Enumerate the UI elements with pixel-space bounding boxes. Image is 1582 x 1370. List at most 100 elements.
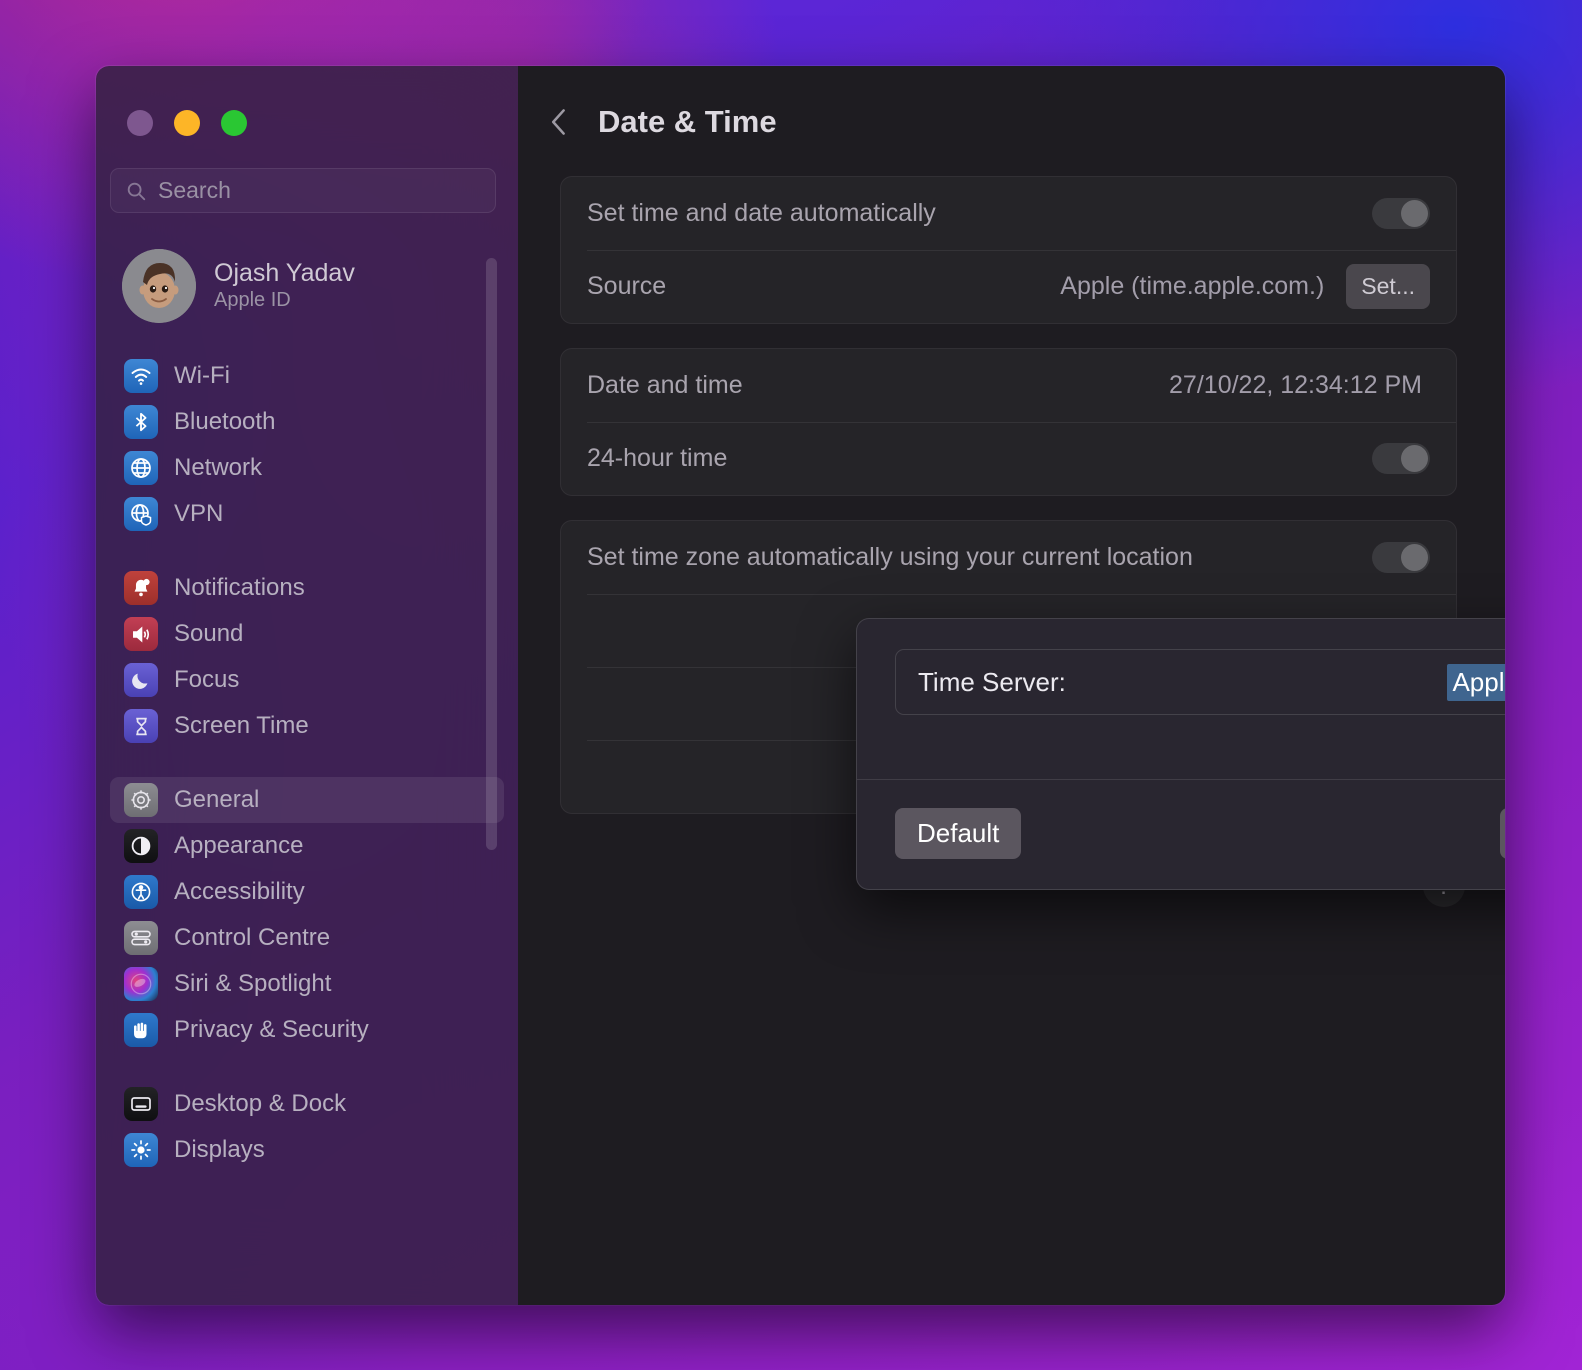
sidebar-item-label: General — [174, 786, 260, 813]
time-server-field[interactable]: Time Server: Apple (time.apple.com.) — [895, 649, 1505, 715]
sidebar-item-appearance[interactable]: Appearance — [110, 823, 504, 869]
sidebar-divider — [96, 749, 518, 777]
time-server-dialog: Time Server: Apple (time.apple.com.) Def… — [856, 618, 1505, 890]
settings-card-datetime: Date and time 27/10/22, 12:34:12 PM 24-h… — [560, 348, 1457, 496]
sidebar-divider — [96, 537, 518, 565]
row-timezone-automatic[interactable]: Set time zone automatically using your c… — [561, 521, 1456, 594]
row-label: Source — [587, 272, 667, 300]
set-button[interactable]: Set... — [1346, 264, 1430, 309]
gear-icon — [124, 783, 158, 817]
sidebar-item-label: Desktop & Dock — [174, 1090, 347, 1117]
dialog-body: Time Server: Apple (time.apple.com.) — [857, 619, 1505, 715]
sidebar-item-vpn[interactable]: VPN — [110, 491, 504, 537]
siri-icon — [124, 967, 158, 1001]
sidebar-item-label: Siri & Spotlight — [174, 970, 332, 997]
time-server-label: Time Server: — [918, 666, 1066, 697]
sidebar-item-notifications[interactable]: Notifications — [110, 565, 504, 611]
sidebar-item-label: Privacy & Security — [174, 1016, 369, 1043]
search-icon — [127, 182, 146, 200]
row-label: Date and time — [587, 371, 743, 399]
row-set-time-automatically[interactable]: Set time and date automatically — [561, 177, 1456, 250]
accessibility-icon — [124, 875, 158, 909]
profile-subtitle: Apple ID — [214, 289, 291, 312]
sidebar-item-label: Displays — [174, 1136, 265, 1163]
sidebar-item-network[interactable]: Network — [110, 445, 504, 491]
sidebar-item-displays[interactable]: Displays — [110, 1127, 504, 1173]
desktop-wallpaper: Search Ojash Yadav Apple ID Wi-Fi Blueto… — [0, 0, 1582, 1370]
chevron-left-icon[interactable] — [546, 107, 572, 137]
bell-icon — [124, 571, 158, 605]
sidebar-item-label: Focus — [174, 666, 240, 693]
control-centre-icon — [124, 921, 158, 955]
avatar — [122, 249, 196, 323]
sidebar-item-label: Screen Time — [174, 712, 309, 739]
sidebar-scrollbar[interactable] — [486, 258, 497, 850]
sidebar-item-siri-spotlight[interactable]: Siri & Spotlight — [110, 961, 504, 1007]
sidebar-item-label: Appearance — [174, 832, 304, 859]
sidebar-item-control-centre[interactable]: Control Centre — [110, 915, 504, 961]
moon-icon — [124, 663, 158, 697]
displays-icon — [124, 1133, 158, 1167]
sidebar-item-label: VPN — [174, 500, 224, 527]
sidebar-item-sound[interactable]: Sound — [110, 611, 504, 657]
row-value: Apple (time.apple.com.) — [1060, 272, 1325, 300]
sidebar-item-label: Bluetooth — [174, 408, 276, 435]
sidebar-item-label: Wi-Fi — [174, 362, 230, 389]
cancel-button[interactable]: Cancel — [1499, 808, 1505, 859]
search-placeholder: Search — [158, 177, 231, 203]
sidebar-item-label: Notifications — [174, 574, 305, 601]
row-source[interactable]: Source Apple (time.apple.com.) Set... — [561, 250, 1456, 323]
sidebar-item-label: Network — [174, 454, 263, 481]
wifi-icon — [124, 359, 158, 393]
sidebar-item-label: Control Centre — [174, 924, 331, 951]
globe-icon — [124, 451, 158, 485]
vpn-shield-icon — [124, 497, 158, 531]
toggle-24-hour-time[interactable] — [1372, 443, 1430, 474]
sidebar-item-label: Sound — [174, 620, 244, 647]
main-content: Date & Time Set time and date automatica… — [518, 66, 1505, 1305]
default-button[interactable]: Default — [895, 808, 1022, 859]
main-header: Date & Time — [518, 66, 1505, 140]
sidebar-nav: Wi-Fi Bluetooth Network VPN Notification… — [96, 353, 518, 1173]
search-field[interactable]: Search — [110, 168, 496, 213]
sidebar-group-general: General Appearance Accessibility Control… — [96, 777, 518, 1053]
minimize-button[interactable] — [174, 110, 200, 136]
sidebar-item-privacy-security[interactable]: Privacy & Security — [110, 1007, 504, 1053]
row-label: 24-hour time — [587, 444, 728, 472]
profile-name: Ojash Yadav — [214, 258, 355, 287]
zoom-button[interactable] — [221, 110, 247, 136]
row-label: Set time zone automatically using your c… — [587, 543, 1193, 571]
sidebar: Search Ojash Yadav Apple ID Wi-Fi Blueto… — [96, 66, 518, 1305]
speaker-icon — [124, 617, 158, 651]
row-date-and-time[interactable]: Date and time 27/10/22, 12:34:12 PM — [561, 349, 1456, 422]
sidebar-item-focus[interactable]: Focus — [110, 657, 504, 703]
desktop-dock-icon — [124, 1087, 158, 1121]
sidebar-item-bluetooth[interactable]: Bluetooth — [110, 399, 504, 445]
sidebar-item-screen-time[interactable]: Screen Time — [110, 703, 504, 749]
system-settings-window: Search Ojash Yadav Apple ID Wi-Fi Blueto… — [96, 66, 1505, 1305]
row-value: 27/10/22, 12:34:12 PM — [1169, 371, 1422, 399]
sidebar-item-accessibility[interactable]: Accessibility — [110, 869, 504, 915]
toggle-set-time-automatically[interactable] — [1372, 198, 1430, 229]
page-title: Date & Time — [598, 104, 777, 139]
sidebar-group-network: Wi-Fi Bluetooth Network VPN — [96, 353, 518, 537]
sidebar-group-system: Notifications Sound Focus Screen Time — [96, 565, 518, 749]
profile-row[interactable]: Ojash Yadav Apple ID — [112, 241, 518, 331]
time-server-input[interactable]: Apple (time.apple.com.) — [1447, 663, 1505, 701]
toggle-timezone-automatic[interactable] — [1372, 542, 1430, 573]
appearance-icon — [124, 829, 158, 863]
sidebar-divider — [96, 1053, 518, 1081]
row-24-hour-time[interactable]: 24-hour time — [561, 422, 1456, 495]
settings-card-auto: Set time and date automatically Source A… — [560, 176, 1457, 324]
sidebar-item-desktop-dock[interactable]: Desktop & Dock — [110, 1081, 504, 1127]
sidebar-group-desktop: Desktop & Dock Displays — [96, 1081, 518, 1173]
bluetooth-icon — [124, 405, 158, 439]
window-controls — [96, 66, 518, 136]
sidebar-item-general[interactable]: General — [110, 777, 504, 823]
sidebar-item-label: Accessibility — [174, 878, 305, 905]
row-label: Set time and date automatically — [587, 199, 936, 227]
close-button[interactable] — [127, 110, 153, 136]
sidebar-item-wifi[interactable]: Wi-Fi — [110, 353, 504, 399]
hand-icon — [124, 1013, 158, 1047]
hourglass-icon — [124, 709, 158, 743]
